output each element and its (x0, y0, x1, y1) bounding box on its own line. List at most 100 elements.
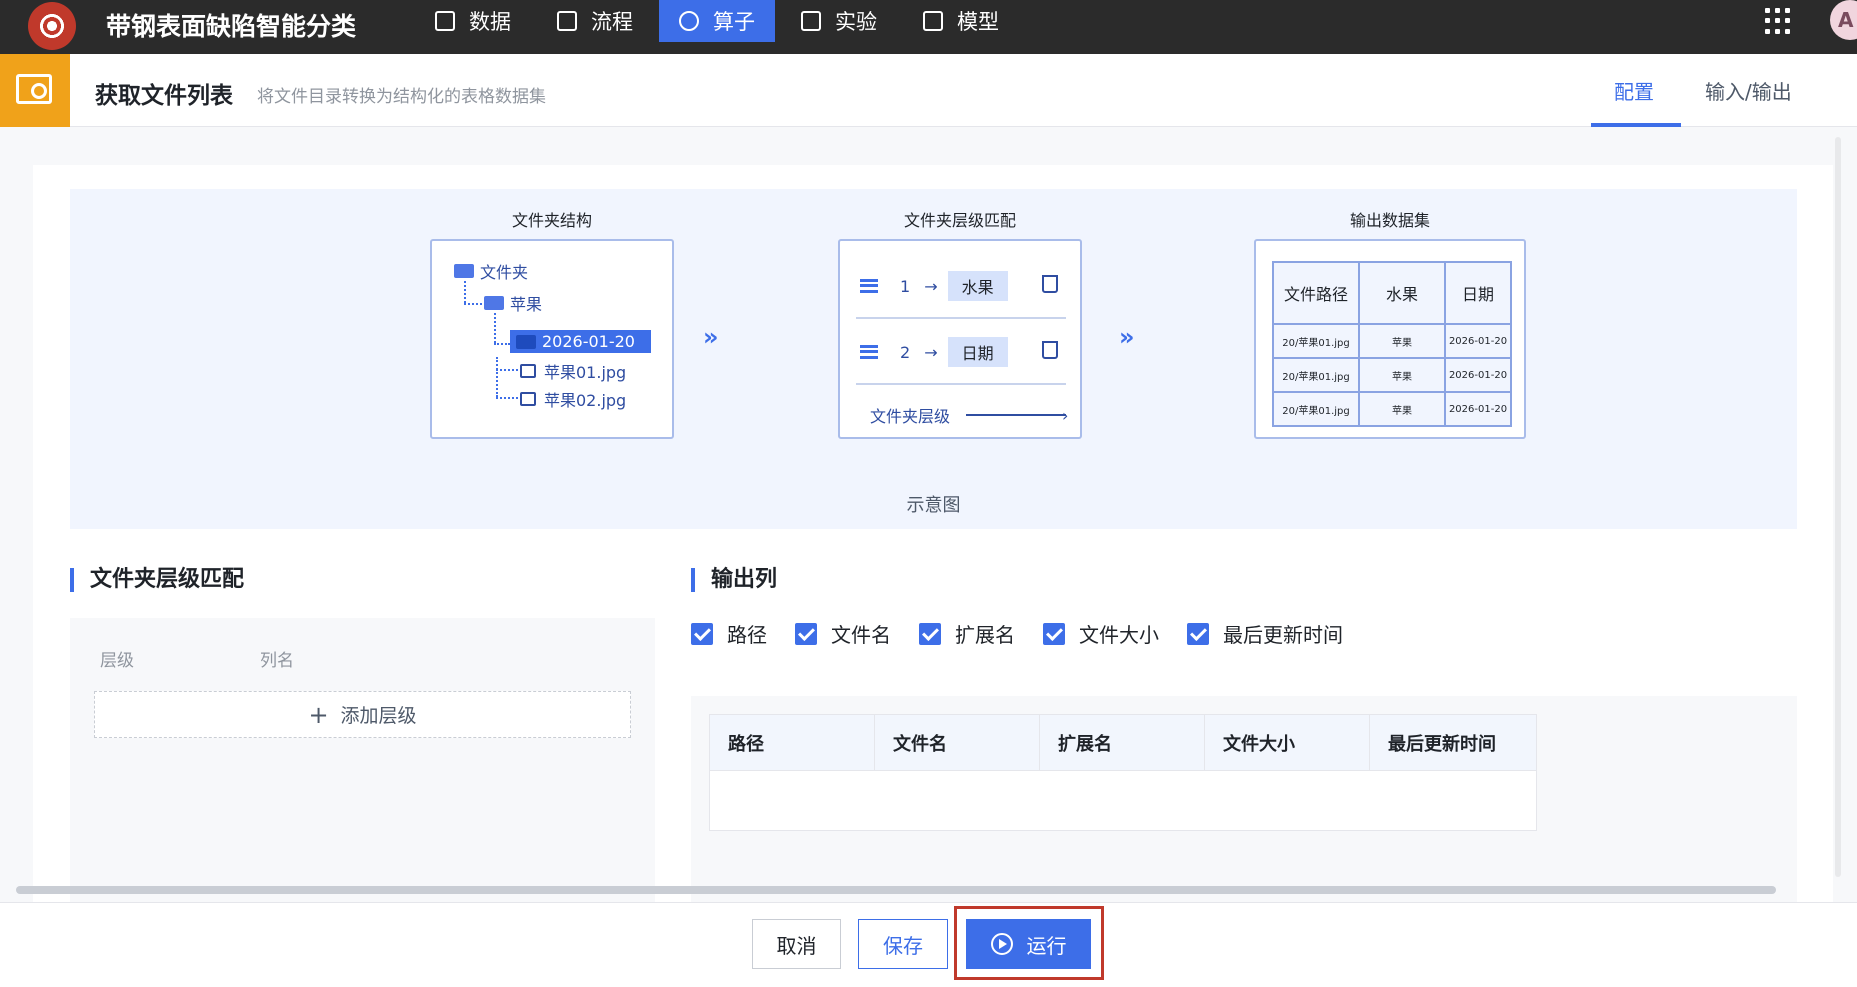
checkbox-extension[interactable]: 扩展名 (919, 619, 1015, 648)
nav-label: 模型 (957, 10, 999, 34)
add-level-button[interactable]: + 添加层级 (94, 691, 631, 738)
tree-file-label: 苹果02.jpg (544, 391, 627, 410)
nav-item-experiment[interactable]: 实验 (781, 0, 897, 42)
diagram-caption: 示意图 (906, 495, 961, 516)
tree-file: 苹果02.jpg (520, 387, 626, 411)
level-name-chip: 水果 (947, 271, 1008, 301)
checkbox-last-modified[interactable]: 最后更新时间 (1187, 619, 1343, 648)
table-header-row: 路径 文件名 扩展名 文件大小 最后更新时间 (710, 715, 1536, 771)
table-header-cell: 扩展名 (1040, 715, 1205, 770)
vertical-scrollbar[interactable] (1835, 137, 1841, 877)
checkbox-label: 文件名 (831, 623, 891, 647)
tree-level1-label: 苹果 (510, 295, 543, 314)
col-level-header: 层级 (100, 651, 134, 671)
folder-level-axis: 文件夹层级 › (870, 403, 1068, 427)
app-logo (28, 2, 76, 50)
level-match-title: 文件夹层级匹配 (903, 211, 1016, 230)
tree-level2-label: 2026-01-20 (542, 332, 635, 351)
main-nav: 数据 流程 算子 实验 模型 (415, 0, 1025, 42)
table-header-cell: 最后更新时间 (1388, 733, 1496, 755)
level-index: 2 (900, 342, 911, 362)
table-header-cell: 文件大小 (1205, 715, 1370, 770)
output-dataset-box: 文件路径 水果 日期 20/苹果01.jpg 苹果 2026-01-20 20/… (1254, 239, 1526, 439)
config-card: 文件夹结构 文件夹 苹果 2026-01-20 苹果01.jpg 苹果02.jp… (33, 165, 1833, 902)
cube-icon (801, 11, 821, 31)
checkbox-filesize[interactable]: 文件大小 (1043, 619, 1159, 648)
dataset-cell: 苹果 (1358, 357, 1446, 393)
dataset-header-cell: 文件路径 (1272, 261, 1360, 325)
tree-level2: 2026-01-20 (510, 330, 651, 353)
trash-icon (1042, 341, 1058, 359)
checkbox-checked-icon[interactable] (1187, 622, 1209, 645)
checkbox-filename[interactable]: 文件名 (795, 619, 891, 648)
schematic-diagram: 文件夹结构 文件夹 苹果 2026-01-20 苹果01.jpg 苹果02.jp… (70, 189, 1797, 529)
apps-grid-icon[interactable] (1765, 8, 1791, 34)
level-panel: 层级 列名 + 添加层级 (70, 618, 655, 902)
cancel-button[interactable]: 取消 (752, 919, 841, 969)
level-section-title: 文件夹层级匹配 (70, 568, 244, 592)
save-button[interactable]: 保存 (858, 919, 948, 969)
nav-label: 算子 (713, 10, 755, 34)
horizontal-scrollbar[interactable] (16, 886, 1776, 894)
dataset-header-cell: 日期 (1444, 261, 1512, 325)
dataset-cell: 20/苹果01.jpg (1272, 357, 1360, 393)
drag-handle-icon (860, 345, 878, 359)
output-section-title: 输出列 (691, 568, 777, 592)
output-preview-panel: 路径 文件名 扩展名 文件大小 最后更新时间 (691, 696, 1797, 902)
checkbox-label: 扩展名 (955, 623, 1015, 647)
folder-icon (516, 334, 536, 349)
output-checkbox-group: 路径 文件名 扩展名 文件大小 最后更新时间 (691, 619, 1371, 648)
checkbox-checked-icon[interactable] (1043, 622, 1065, 645)
level-name-chip: 日期 (947, 337, 1008, 367)
double-chevron-right-icon: » (1119, 323, 1135, 351)
nav-label: 流程 (591, 10, 633, 34)
checkbox-checked-icon[interactable] (919, 622, 941, 645)
folder-structure-title: 文件夹结构 (511, 211, 592, 230)
nav-label: 实验 (835, 10, 877, 34)
page-title: 获取文件列表 (95, 83, 233, 109)
checkbox-checked-icon[interactable] (795, 622, 817, 645)
level-index: 1 (900, 276, 911, 296)
flow-icon (557, 11, 577, 31)
level-match-box: 1 → 水果 2 → 日期 文件夹层级 › (838, 239, 1082, 439)
add-level-label: 添加层级 (340, 705, 417, 727)
save-icon (923, 11, 943, 31)
folder-structure-box: 文件夹 苹果 2026-01-20 苹果01.jpg 苹果02.jpg (430, 239, 674, 439)
tab-config[interactable]: 配置 (1614, 76, 1654, 105)
folder-search-icon (16, 74, 52, 104)
nav-item-flow[interactable]: 流程 (537, 0, 653, 42)
output-columns-table: 路径 文件名 扩展名 文件大小 最后更新时间 (709, 714, 1537, 831)
table-header-cell: 路径 (710, 715, 875, 770)
trash-icon (1042, 275, 1058, 293)
dataset-cell: 2026-01-20 (1444, 391, 1512, 427)
dataset-cell: 苹果 (1358, 391, 1446, 427)
run-button-highlight (954, 906, 1104, 980)
image-icon (520, 392, 536, 406)
dataset-header-cell: 水果 (1358, 261, 1446, 325)
action-footer: 取消 保存 运行 (0, 902, 1857, 987)
dataset-cell: 苹果 (1358, 323, 1446, 359)
level-match-row: 1 → 水果 (860, 271, 1008, 301)
checkbox-label: 文件大小 (1079, 623, 1159, 647)
dataset-cell: 2026-01-20 (1444, 357, 1512, 393)
tab-input-output[interactable]: 输入/输出 (1705, 76, 1792, 105)
output-dataset-title: 输出数据集 (1349, 211, 1430, 230)
user-avatar[interactable]: A (1830, 0, 1857, 40)
checkbox-path[interactable]: 路径 (691, 619, 767, 648)
nav-item-operator[interactable]: 算子 (659, 0, 775, 42)
app-title: 带钢表面缺陷智能分类 (106, 12, 357, 41)
image-icon (520, 364, 536, 378)
dataset-cell: 2026-01-20 (1444, 323, 1512, 359)
gear-icon (679, 11, 699, 31)
tree-level1: 苹果 (484, 291, 542, 315)
checkbox-checked-icon[interactable] (691, 622, 713, 645)
long-arrow-icon (966, 414, 1067, 416)
nav-item-data[interactable]: 数据 (415, 0, 531, 42)
folder-icon (454, 264, 474, 278)
nav-item-model[interactable]: 模型 (903, 0, 1019, 42)
tree-file-label: 苹果01.jpg (544, 363, 627, 382)
double-chevron-right-icon: » (703, 323, 719, 351)
page-header: 获取文件列表 将文件目录转换为结构化的表格数据集 配置 输入/输出 (0, 54, 1857, 127)
content-area: 文件夹结构 文件夹 苹果 2026-01-20 苹果01.jpg 苹果02.jp… (0, 127, 1857, 902)
header-icon-badge (0, 54, 70, 127)
